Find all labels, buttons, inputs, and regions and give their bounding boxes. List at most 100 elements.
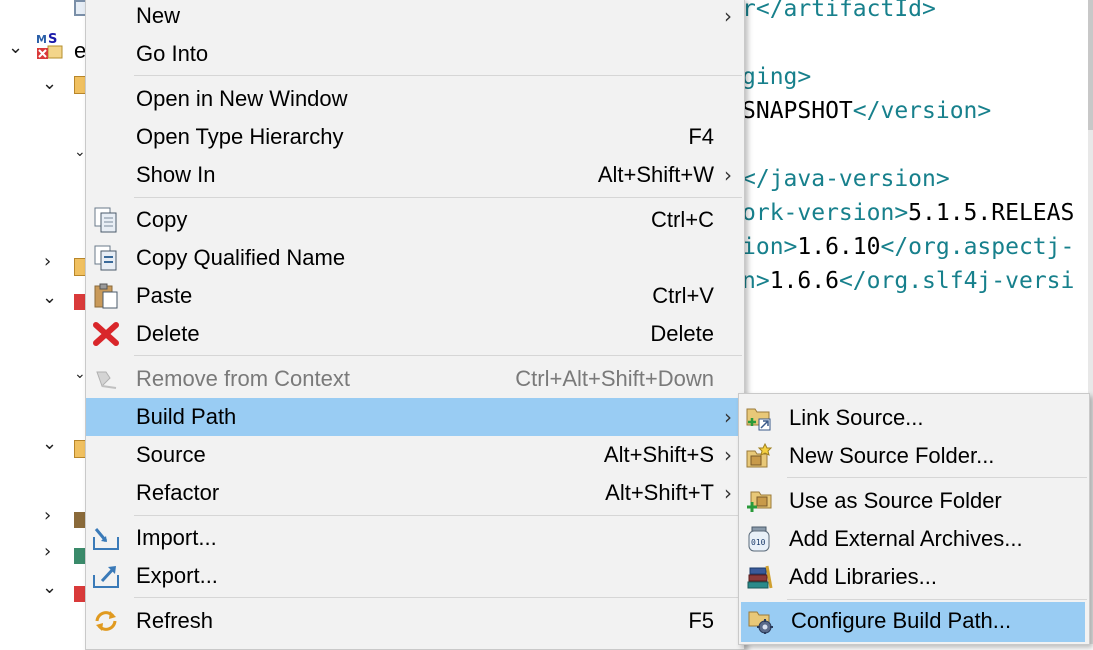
menu-item-use-as-source-folder[interactable]: Use as Source Folder — [739, 482, 1089, 520]
jar-archive-icon: 010 — [745, 526, 773, 552]
xml-code-line: r</artifactId> — [742, 0, 936, 24]
menu-item-label: Paste — [136, 283, 193, 308]
maven-project-icon: M S — [36, 32, 66, 62]
menu-item-configure-build-path[interactable]: Configure Build Path... — [741, 602, 1085, 642]
menu-item-label: New — [136, 3, 181, 28]
menu-item-import[interactable]: Import... — [86, 519, 744, 557]
menu-item-open-type-hierarchy[interactable]: Open Type Hierarchy F4 — [86, 118, 744, 156]
xml-tag-text: ion> — [742, 234, 798, 260]
svg-text:S: S — [48, 32, 57, 47]
menu-item-open-in-new-window[interactable]: Open in New Window — [86, 80, 744, 118]
menu-item-shortcut: Ctrl+V — [652, 283, 714, 308]
xml-value-text: SNAPSHOT — [742, 98, 853, 124]
menu-item-build-path[interactable]: Build Path › — [86, 398, 744, 436]
menu-separator — [134, 355, 742, 356]
xml-value-text: 1.6.10 — [797, 234, 881, 260]
menu-item-shortcut: Alt+Shift+W — [597, 162, 714, 187]
chevron-down-icon[interactable]: ⌄ — [74, 142, 86, 162]
menu-item-shortcut: Ctrl+C — [651, 207, 714, 232]
xml-code-line: ork-version>5.1.5.RELEAS — [742, 198, 1074, 228]
import-icon — [92, 525, 120, 551]
copy-icon — [92, 207, 120, 233]
menu-item-label: Copy — [136, 207, 188, 232]
menu-item-paste[interactable]: Paste Ctrl+V — [86, 277, 744, 315]
menu-item-label: Remove from Context — [136, 366, 350, 391]
export-icon — [92, 563, 120, 589]
delete-icon — [92, 321, 120, 347]
menu-separator — [134, 597, 742, 598]
menu-item-delete[interactable]: Delete Delete — [86, 315, 744, 353]
package-explorer-tree: ⌄ M S e ⌄ ⌄ › ⌄ ⌄ ⌄ › › ⌄ — [0, 0, 92, 644]
menu-item-remove-from-context: Remove from Context Ctrl+Alt+Shift+Down — [86, 360, 744, 398]
menu-item-label: Refactor — [136, 480, 220, 505]
chevron-right-icon[interactable]: › — [44, 542, 51, 562]
xml-tag-text: </artifactId> — [755, 0, 936, 22]
editor-scrollbar-thumb[interactable] — [1088, 0, 1093, 130]
submenu-arrow-icon: › — [724, 405, 732, 429]
xml-tag-text: </version> — [852, 98, 992, 124]
chevron-right-icon[interactable]: › — [44, 506, 51, 526]
refresh-icon — [92, 608, 120, 634]
menu-item-label: Open in New Window — [136, 86, 348, 111]
menu-item-show-in[interactable]: Show In Alt+Shift+W › — [86, 156, 744, 194]
xml-value-text: 5.1.5.RELEAS — [908, 200, 1075, 226]
menu-item-label: Source — [136, 442, 206, 467]
menu-item-label: Import... — [136, 525, 217, 550]
xml-tag-text: ork-version> — [742, 200, 909, 226]
menu-item-label: New Source Folder... — [789, 443, 995, 468]
xml-code-line: ion>1.6.10</org.aspectj- — [742, 232, 1074, 262]
menu-item-label: Add External Archives... — [789, 526, 1023, 551]
menu-item-add-external-archives[interactable]: 010 Add External Archives... — [739, 520, 1089, 558]
chevron-down-icon[interactable]: ⌄ — [74, 364, 86, 384]
menu-item-export[interactable]: Export... — [86, 557, 744, 595]
menu-item-new-source-folder[interactable]: New Source Folder... — [739, 437, 1089, 475]
build-path-submenu: Link Source... New Source Folder... Use … — [738, 393, 1090, 645]
menu-item-new[interactable]: New › — [86, 0, 744, 35]
menu-item-shortcut: F4 — [688, 124, 714, 149]
menu-separator — [787, 599, 1087, 600]
xml-tag-text: ging> — [742, 64, 812, 90]
chevron-down-icon[interactable]: ⌄ — [42, 288, 57, 308]
xml-tag-text: </org.aspectj- — [880, 234, 1075, 260]
menu-item-label: Build Path — [136, 404, 237, 429]
menu-separator — [134, 515, 742, 516]
menu-item-label: Delete — [136, 321, 200, 346]
menu-item-label: Export... — [136, 563, 218, 588]
menu-item-label: Link Source... — [789, 405, 924, 430]
menu-item-refresh[interactable]: Refresh F5 — [86, 602, 744, 640]
configure-build-path-icon — [747, 608, 775, 635]
xml-tag-text: n> — [742, 268, 770, 294]
menu-item-refactor[interactable]: Refactor Alt+Shift+T › — [86, 474, 744, 512]
remove-from-context-icon — [92, 366, 120, 392]
submenu-arrow-icon: › — [724, 443, 732, 467]
menu-item-shortcut: Alt+Shift+S — [603, 442, 714, 467]
xml-value-text: 1.6.6 — [769, 268, 839, 294]
chevron-down-icon[interactable]: ⌄ — [8, 38, 23, 58]
xml-code-line: ging> — [742, 62, 811, 92]
menu-item-link-source[interactable]: Link Source... — [739, 399, 1089, 437]
menu-item-go-into[interactable]: Go Into — [86, 35, 744, 73]
chevron-down-icon[interactable]: ⌄ — [42, 74, 57, 94]
menu-item-label: Show In — [136, 162, 216, 187]
link-source-icon — [745, 405, 773, 431]
menu-item-copy[interactable]: Copy Ctrl+C — [86, 201, 744, 239]
use-as-source-folder-icon — [745, 488, 773, 514]
menu-separator — [134, 197, 742, 198]
menu-item-label: Copy Qualified Name — [136, 245, 346, 270]
menu-item-shortcut: F5 — [688, 608, 714, 633]
menu-item-shortcut: Alt+Shift+T — [605, 480, 714, 505]
menu-item-copy-qualified-name[interactable]: Copy Qualified Name — [86, 239, 744, 277]
chevron-down-icon[interactable]: ⌄ — [42, 434, 57, 454]
chevron-down-icon[interactable]: ⌄ — [42, 578, 57, 598]
menu-item-label: Add Libraries... — [789, 564, 937, 589]
libraries-icon — [745, 564, 773, 590]
submenu-arrow-icon: › — [724, 481, 732, 505]
xml-code-line: n>1.6.6</org.slf4j-versi — [742, 266, 1074, 296]
menu-item-add-libraries[interactable]: Add Libraries... — [739, 558, 1089, 596]
menu-item-label: Use as Source Folder — [789, 488, 1002, 513]
chevron-right-icon[interactable]: › — [44, 252, 51, 272]
menu-item-source[interactable]: Source Alt+Shift+S › — [86, 436, 744, 474]
menu-item-label: Open Type Hierarchy — [136, 124, 344, 149]
menu-item-label: Configure Build Path... — [791, 608, 1012, 633]
menu-item-shortcut: Ctrl+Alt+Shift+Down — [515, 366, 714, 391]
